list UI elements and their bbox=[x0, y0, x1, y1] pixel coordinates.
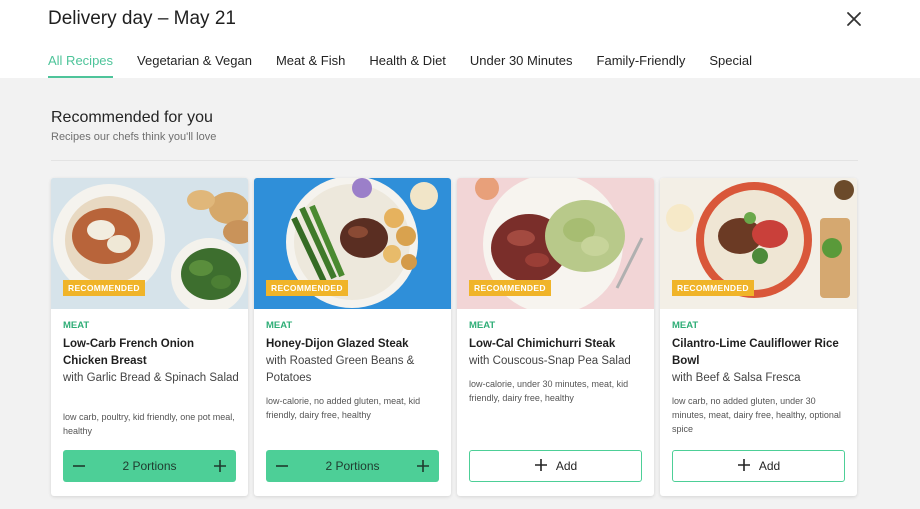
recipe-text[interactable]: Honey-Dijon Glazed Steak with Roasted Gr… bbox=[266, 336, 444, 387]
close-icon[interactable] bbox=[842, 7, 866, 31]
tab-special[interactable]: Special bbox=[709, 53, 752, 78]
recommended-badge: RECOMMENDED bbox=[266, 280, 348, 296]
tab-under-30-minutes[interactable]: Under 30 Minutes bbox=[470, 53, 573, 78]
recommended-badge: RECOMMENDED bbox=[63, 280, 145, 296]
recipe-category: MEAT bbox=[469, 320, 496, 331]
tab-family-friendly[interactable]: Family-Friendly bbox=[597, 53, 686, 78]
plus-icon[interactable] bbox=[204, 450, 236, 482]
recipe-tags: low-calorie, under 30 minutes, meat, kid… bbox=[469, 379, 629, 403]
recipe-category: MEAT bbox=[63, 320, 90, 331]
recipe-subtitle: with Beef & Salsa Fresca bbox=[672, 372, 801, 384]
tab-vegetarian-vegan[interactable]: Vegetarian & Vegan bbox=[137, 53, 252, 78]
recipe-card[interactable]: RECOMMENDED MEAT Low-Cal Chimichurri Ste… bbox=[457, 178, 654, 496]
section-title: Recommended for you bbox=[51, 109, 213, 126]
add-label: Add bbox=[555, 459, 578, 473]
section-subtitle: Recipes our chefs think you'll love bbox=[51, 131, 217, 143]
recipe-tags: low carb, no added gluten, under 30 minu… bbox=[672, 396, 841, 434]
add-label: Add bbox=[758, 459, 781, 473]
minus-icon[interactable] bbox=[63, 450, 95, 482]
recipe-card[interactable]: RECOMMENDED MEAT Low-Carb French Onion C… bbox=[51, 178, 248, 496]
recipe-category: MEAT bbox=[266, 320, 293, 331]
plus-icon bbox=[534, 457, 548, 475]
recipe-tags: low-calorie, no added gluten, meat, kid … bbox=[266, 396, 421, 420]
category-tabs: All Recipes Vegetarian & Vegan Meat & Fi… bbox=[48, 53, 776, 78]
recipe-card[interactable]: RECOMMENDED MEAT Honey-Dijon Glazed Stea… bbox=[254, 178, 451, 496]
recipe-name[interactable]: Honey-Dijon Glazed Steak bbox=[266, 336, 444, 353]
recommended-badge: RECOMMENDED bbox=[672, 280, 754, 296]
portion-stepper: 2 Portions bbox=[63, 450, 236, 482]
recipe-subtitle: with Roasted Green Beans & Potatoes bbox=[266, 355, 415, 384]
recipe-category: MEAT bbox=[672, 320, 699, 331]
recipe-image[interactable]: RECOMMENDED bbox=[457, 178, 654, 309]
page-title: Delivery day – May 21 bbox=[48, 8, 236, 29]
recipe-name[interactable]: Low-Carb French Onion Chicken Breast bbox=[63, 336, 241, 370]
tab-meat-fish[interactable]: Meat & Fish bbox=[276, 53, 345, 78]
portion-stepper: 2 Portions bbox=[266, 450, 439, 482]
recipe-name[interactable]: Low-Cal Chimichurri Steak bbox=[469, 336, 647, 353]
divider bbox=[51, 160, 858, 161]
recipe-name[interactable]: Cilantro-Lime Cauliflower Rice Bowl bbox=[672, 336, 850, 370]
recipe-text[interactable]: Low-Carb French Onion Chicken Breast wit… bbox=[63, 336, 241, 387]
recipe-image[interactable]: RECOMMENDED bbox=[660, 178, 857, 309]
tab-all-recipes[interactable]: All Recipes bbox=[48, 53, 114, 78]
recipe-text[interactable]: Low-Cal Chimichurri Steak with Couscous-… bbox=[469, 336, 647, 370]
recipe-subtitle: with Couscous-Snap Pea Salad bbox=[469, 355, 631, 367]
recipe-card[interactable]: RECOMMENDED MEAT Cilantro-Lime Cauliflow… bbox=[660, 178, 857, 496]
recipe-subtitle: with Garlic Bread & Spinach Salad bbox=[63, 372, 239, 384]
recipe-image[interactable]: RECOMMENDED bbox=[51, 178, 248, 309]
modal-header: Delivery day – May 21 All Recipes Vegeta… bbox=[0, 0, 920, 78]
add-button[interactable]: Add bbox=[469, 450, 642, 482]
portions-label: 2 Portions bbox=[122, 459, 177, 473]
recommended-badge: RECOMMENDED bbox=[469, 280, 551, 296]
add-button[interactable]: Add bbox=[672, 450, 845, 482]
plus-icon[interactable] bbox=[407, 450, 439, 482]
recipe-text[interactable]: Cilantro-Lime Cauliflower Rice Bowl with… bbox=[672, 336, 850, 387]
minus-icon[interactable] bbox=[266, 450, 298, 482]
plus-icon bbox=[737, 457, 751, 475]
recipe-tags: low carb, poultry, kid friendly, one pot… bbox=[63, 412, 235, 436]
tab-health-diet[interactable]: Health & Diet bbox=[369, 53, 446, 78]
portions-label: 2 Portions bbox=[325, 459, 380, 473]
recipe-image[interactable]: RECOMMENDED bbox=[254, 178, 451, 309]
